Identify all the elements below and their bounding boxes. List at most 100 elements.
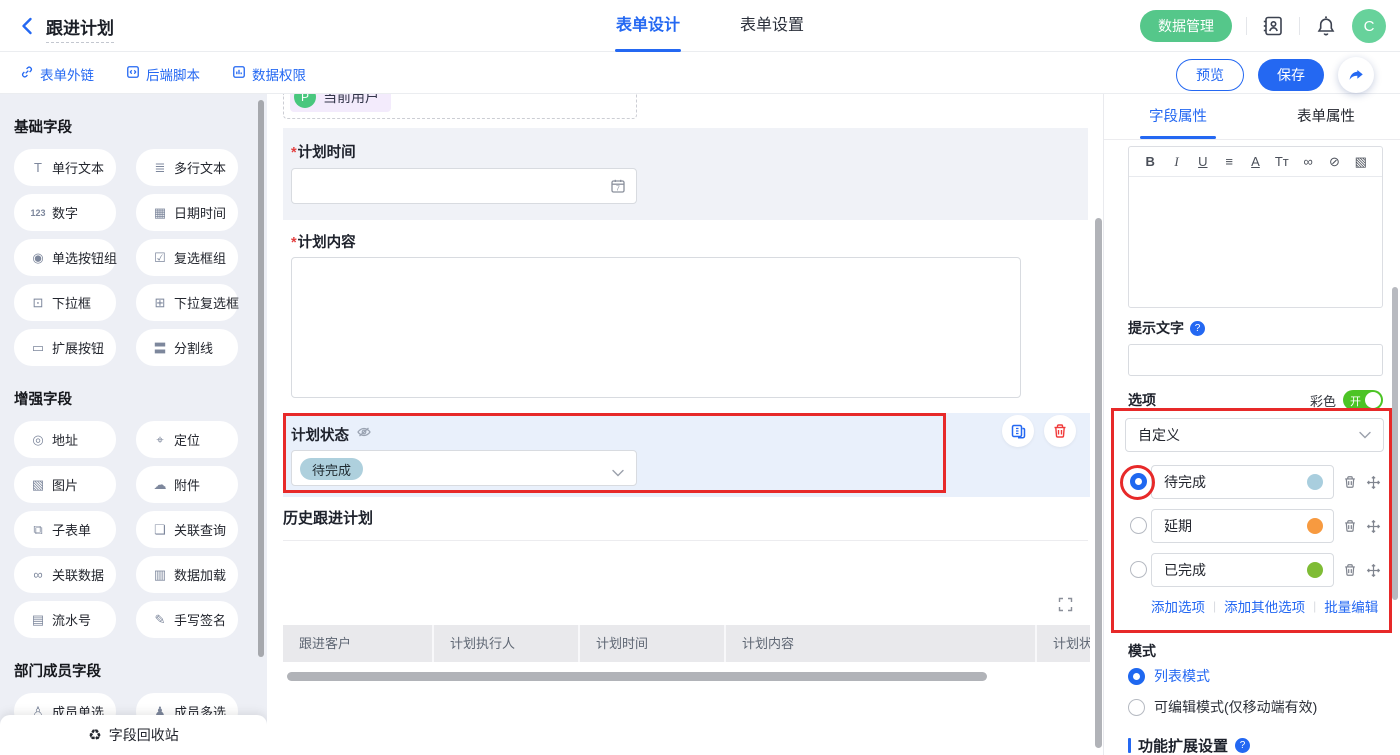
- field-item-subform[interactable]: ⧉子表单: [14, 511, 116, 548]
- data-manage-button[interactable]: 数据管理: [1140, 10, 1232, 42]
- plan-status-select[interactable]: 待完成: [291, 450, 637, 486]
- remove-link-icon[interactable]: ⊘: [1321, 154, 1347, 170]
- delete-option-icon[interactable]: [1343, 563, 1357, 582]
- contact-book-icon[interactable]: [1261, 14, 1285, 38]
- field-item-extend-button[interactable]: ▭扩展按钮: [14, 329, 116, 366]
- mode-option-editable[interactable]: 可编辑模式(仅移动端有效): [1128, 697, 1317, 717]
- checkbox-icon: ☑: [150, 250, 170, 266]
- option-source-select[interactable]: 自定义: [1125, 418, 1384, 452]
- tab-field-properties[interactable]: 字段属性: [1104, 94, 1252, 139]
- plan-content-textarea[interactable]: [291, 257, 1021, 398]
- tab-form-design[interactable]: 表单设计: [616, 0, 680, 52]
- panel-scrollbar[interactable]: [1392, 287, 1398, 600]
- calendar-icon: ▦: [150, 205, 170, 221]
- field-item-multi-text[interactable]: ≣多行文本: [136, 149, 238, 186]
- batch-edit-link[interactable]: 批量编辑: [1324, 596, 1378, 616]
- field-item-serial-number[interactable]: ▤流水号: [14, 601, 116, 638]
- align-icon[interactable]: ≡: [1216, 154, 1242, 169]
- option-input[interactable]: 已完成: [1151, 553, 1334, 587]
- option-row: 已完成: [1104, 553, 1400, 587]
- column-header: 跟进客户: [283, 625, 434, 662]
- mode-option-list[interactable]: 列表模式: [1128, 666, 1210, 686]
- canvas-scrollbar[interactable]: [1095, 218, 1102, 748]
- target-icon: ⌖: [150, 432, 170, 448]
- horizontal-scrollbar[interactable]: [287, 672, 987, 681]
- tab-form-properties[interactable]: 表单属性: [1252, 94, 1400, 139]
- field-item-data-load[interactable]: ▥数据加载: [136, 556, 238, 593]
- field-item-radio-group[interactable]: ◉单选按钮组: [14, 239, 116, 276]
- drag-move-icon[interactable]: [1366, 563, 1381, 583]
- help-icon[interactable]: ?: [1190, 321, 1205, 336]
- field-item-number[interactable]: 123数字: [14, 194, 116, 231]
- field-item-divider[interactable]: 〓分割线: [136, 329, 238, 366]
- option-color-dot[interactable]: [1307, 474, 1323, 490]
- option-input[interactable]: 待完成: [1151, 465, 1334, 499]
- option-input[interactable]: 延期: [1151, 509, 1334, 543]
- color-label: 彩色: [1310, 391, 1336, 410]
- delete-option-icon[interactable]: [1343, 519, 1357, 538]
- expand-icon[interactable]: [1058, 597, 1073, 617]
- field-item-address[interactable]: ◎地址: [14, 421, 116, 458]
- option-radio[interactable]: [1130, 517, 1147, 534]
- color-toggle[interactable]: 开: [1343, 390, 1383, 410]
- font-color-icon[interactable]: A: [1242, 154, 1268, 169]
- bold-icon[interactable]: B: [1137, 154, 1163, 169]
- extension-settings-label: 功能扩展设置: [1138, 735, 1228, 755]
- add-option-link[interactable]: 添加选项: [1151, 596, 1205, 616]
- field-item-attachment[interactable]: ☁附件: [136, 466, 238, 503]
- tab-form-settings[interactable]: 表单设置: [740, 0, 804, 52]
- field-item-related-query[interactable]: ❏关联查询: [136, 511, 238, 548]
- delete-option-icon[interactable]: [1343, 475, 1357, 494]
- underline-icon[interactable]: U: [1190, 154, 1216, 169]
- field-item-dropdown-multi[interactable]: ⊞下拉复选框: [136, 284, 238, 321]
- cloud-upload-icon: ☁: [150, 477, 170, 493]
- form-title[interactable]: 跟进计划: [46, 14, 114, 43]
- sidebar-scrollbar[interactable]: [258, 100, 264, 657]
- drag-move-icon[interactable]: [1366, 519, 1381, 539]
- plan-time-field[interactable]: *计划时间 7: [283, 128, 1088, 220]
- field-item-single-text[interactable]: T单行文本: [14, 149, 116, 186]
- divider: [1246, 17, 1247, 35]
- help-icon[interactable]: ?: [1235, 738, 1250, 753]
- data-permission-link[interactable]: 数据权限: [232, 64, 306, 84]
- form-canvas: P 当前用户 *计划时间 7 *计划内容 计划状态 待完成: [267, 94, 1103, 755]
- insert-image-icon[interactable]: ▧: [1348, 154, 1374, 170]
- font-size-icon[interactable]: Tᴛ: [1269, 154, 1295, 169]
- field-recycle-bin[interactable]: ♻ 字段回收站: [0, 715, 267, 755]
- option-color-dot[interactable]: [1307, 562, 1323, 578]
- field-item-signature[interactable]: ✎手写签名: [136, 601, 238, 638]
- rich-text-editor[interactable]: B I U ≡ A Tᴛ ∞ ⊘ ▧: [1128, 146, 1383, 308]
- subform-icon: ⧉: [28, 522, 48, 538]
- save-button[interactable]: 保存: [1258, 59, 1324, 91]
- copy-field-button[interactable]: [1002, 415, 1034, 447]
- plan-status-field[interactable]: 计划状态 待完成: [283, 413, 1090, 497]
- drag-move-icon[interactable]: [1366, 475, 1381, 495]
- option-radio[interactable]: [1130, 561, 1147, 578]
- add-other-option-link[interactable]: 添加其他选项: [1224, 596, 1305, 616]
- field-item-dropdown[interactable]: ⊡下拉框: [14, 284, 116, 321]
- current-user-field[interactable]: P 当前用户: [283, 94, 637, 119]
- backend-script-link[interactable]: 后端脚本: [126, 64, 200, 84]
- italic-icon[interactable]: I: [1163, 154, 1189, 170]
- form-external-link[interactable]: 表单外链: [20, 64, 94, 84]
- share-button[interactable]: [1338, 57, 1374, 93]
- mode-radio[interactable]: [1128, 699, 1145, 716]
- mode-radio-selected[interactable]: [1128, 668, 1145, 685]
- field-item-related-data[interactable]: ∞关联数据: [14, 556, 116, 593]
- user-avatar[interactable]: C: [1352, 9, 1386, 43]
- notification-bell-icon[interactable]: [1314, 14, 1338, 38]
- dropdown-icon: ⊡: [28, 295, 48, 311]
- delete-field-button[interactable]: [1044, 415, 1076, 447]
- status-tag: 待完成: [300, 458, 363, 480]
- option-color-dot[interactable]: [1307, 518, 1323, 534]
- field-item-location[interactable]: ⌖定位: [136, 421, 238, 458]
- hint-text-input[interactable]: [1128, 344, 1383, 376]
- option-radio-selected[interactable]: [1130, 473, 1147, 490]
- plan-time-input[interactable]: 7: [291, 168, 637, 204]
- preview-button[interactable]: 预览: [1176, 59, 1244, 91]
- back-icon[interactable]: [16, 14, 40, 38]
- insert-link-icon[interactable]: ∞: [1295, 154, 1321, 169]
- field-item-checkbox-group[interactable]: ☑复选框组: [136, 239, 238, 276]
- field-item-datetime[interactable]: ▦日期时间: [136, 194, 238, 231]
- field-item-image[interactable]: ▧图片: [14, 466, 116, 503]
